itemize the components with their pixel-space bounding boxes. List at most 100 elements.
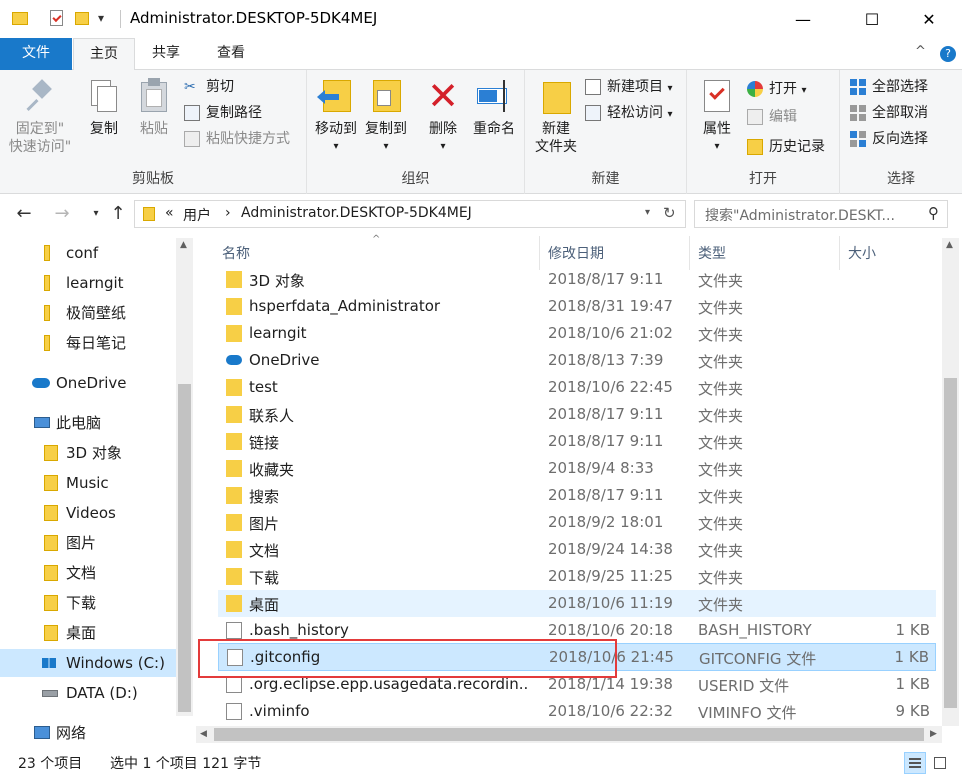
history-button[interactable]: 历史记录 xyxy=(747,136,825,158)
file-row[interactable]: 联系人 2018/8/17 9:11 文件夹 xyxy=(218,401,936,428)
scroll-right-icon[interactable]: ▶ xyxy=(930,729,937,739)
search-icon[interactable]: ⚲ xyxy=(928,204,939,222)
nav-item-pictures[interactable]: 图片 xyxy=(0,529,176,557)
nav-item-this-pc[interactable]: 此电脑 xyxy=(0,409,176,437)
breadcrumb-current[interactable]: Administrator.DESKTOP-5DK4MEJ xyxy=(241,205,472,221)
new-folder-button[interactable]: 新建 文件夹 xyxy=(529,76,583,156)
tab-share[interactable]: 共享 xyxy=(138,38,194,70)
file-row[interactable]: 链接 2018/8/17 9:11 文件夹 xyxy=(218,428,936,455)
file-row[interactable]: test 2018/10/6 22:45 文件夹 xyxy=(218,374,936,401)
nav-item-downloads[interactable]: 下载 xyxy=(0,589,176,617)
item-count: 23 个项目 xyxy=(18,756,83,772)
help-button[interactable]: ? xyxy=(940,46,956,62)
column-type[interactable]: 类型 xyxy=(690,236,840,270)
back-button[interactable]: ← xyxy=(12,203,36,227)
folder-icon xyxy=(226,298,242,315)
nav-item-videos[interactable]: Videos xyxy=(0,499,176,527)
delete-button[interactable]: ✕ 删除 ▾ xyxy=(421,76,465,156)
copy-path-button[interactable]: 复制路径 xyxy=(184,102,262,124)
pin-quick-access-button[interactable]: 固定到" 快速访问" xyxy=(6,76,74,156)
properties-quick-access-icon[interactable] xyxy=(48,10,66,26)
nav-pane-scrollbar[interactable]: ▲ xyxy=(176,238,193,716)
file-row[interactable]: hsperfdata_Administrator 2018/8/31 19:47… xyxy=(218,293,936,320)
close-button[interactable]: ✕ xyxy=(906,0,952,38)
minimize-button[interactable]: — xyxy=(780,0,826,38)
file-row[interactable]: .viminfo 2018/10/6 22:32 VIMINFO 文件 9 KB xyxy=(218,698,936,725)
maximize-button[interactable]: ☐ xyxy=(849,0,895,38)
copy-to-button[interactable]: 复制到 ▾ xyxy=(361,76,411,156)
file-size: 1 KB xyxy=(895,675,930,693)
nav-item-conf[interactable]: conf xyxy=(0,239,176,267)
pictures-icon xyxy=(44,535,58,551)
breadcrumb-overflow[interactable]: « xyxy=(165,205,174,221)
tab-file[interactable]: 文件 xyxy=(0,38,72,70)
search-box[interactable]: 搜索"Administrator.DESKT... ⚲ xyxy=(694,200,948,228)
file-list-scroll-thumb[interactable] xyxy=(944,378,957,708)
address-dropdown-icon[interactable]: ▾ xyxy=(645,207,650,218)
new-item-button[interactable]: 新建项目 ▾ xyxy=(585,76,672,98)
file-row[interactable]: 下载 2018/9/25 11:25 文件夹 xyxy=(218,563,936,590)
search-input[interactable]: 搜索"Administrator.DESKT... xyxy=(705,205,915,225)
cut-button[interactable]: ✂ 剪切 xyxy=(184,76,234,98)
breadcrumb-separator[interactable]: › xyxy=(225,205,231,221)
select-all-button[interactable]: 全部选择 xyxy=(850,76,928,98)
forward-button[interactable]: → xyxy=(50,203,74,227)
up-button[interactable]: ↑ xyxy=(106,203,130,227)
new-folder-quick-access-icon[interactable] xyxy=(75,10,93,26)
nav-item-learngit[interactable]: learngit xyxy=(0,269,176,297)
nav-item-documents[interactable]: 文档 xyxy=(0,559,176,587)
nav-item-onedrive[interactable]: OneDrive xyxy=(0,369,176,397)
tab-view[interactable]: 查看 xyxy=(203,38,259,70)
properties-button[interactable]: 属性 ▾ xyxy=(695,76,739,156)
file-row[interactable]: 收藏夹 2018/9/4 8:33 文件夹 xyxy=(218,455,936,482)
nav-pane-scroll-thumb[interactable] xyxy=(178,384,191,712)
file-row[interactable]: learngit 2018/10/6 21:02 文件夹 xyxy=(218,320,936,347)
nav-item-desktop[interactable]: 桌面 xyxy=(0,619,176,647)
tab-home[interactable]: 主页 xyxy=(73,38,135,71)
column-date[interactable]: 修改日期 xyxy=(540,236,690,270)
horizontal-scroll-thumb[interactable] xyxy=(214,728,924,741)
file-row[interactable]: OneDrive 2018/8/13 7:39 文件夹 xyxy=(218,347,936,374)
file-row[interactable]: 桌面 2018/10/6 11:19 文件夹 xyxy=(218,590,936,617)
paste-shortcut-button[interactable]: 粘贴快捷方式 xyxy=(184,128,290,150)
open-button[interactable]: 打开 ▾ xyxy=(747,78,806,100)
edit-button[interactable]: 编辑 xyxy=(747,106,797,128)
file-list-vertical-scrollbar[interactable]: ▲ xyxy=(942,238,959,726)
nav-item-data-d[interactable]: DATA (D:) xyxy=(0,679,176,707)
collapse-ribbon-button[interactable]: ^ xyxy=(915,44,926,59)
scroll-up-icon[interactable]: ▲ xyxy=(180,240,187,250)
easy-access-button[interactable]: 轻松访问 ▾ xyxy=(585,102,672,124)
move-to-button[interactable]: 移动到 ▾ xyxy=(311,76,361,156)
folder-icon xyxy=(44,275,50,291)
paste-button[interactable]: 粘贴 xyxy=(132,76,176,138)
nav-item-daily-notes[interactable]: 每日笔记 xyxy=(0,329,176,357)
nav-item-wallpaper[interactable]: 极简壁纸 xyxy=(0,299,176,327)
column-name[interactable]: 名称 xyxy=(214,236,540,270)
breadcrumb-users[interactable]: 用户 xyxy=(183,205,211,225)
address-bar[interactable]: « 用户 › Administrator.DESKTOP-5DK4MEJ ▾ ↻ xyxy=(134,200,686,228)
nav-item-windows-c[interactable]: Windows (C:) xyxy=(0,649,176,677)
file-list-horizontal-scrollbar[interactable]: ◀ ▶ xyxy=(196,726,942,743)
select-group-label: 选择 xyxy=(887,171,915,187)
file-row[interactable]: 文档 2018/9/24 14:38 文件夹 xyxy=(218,536,936,563)
scroll-left-icon[interactable]: ◀ xyxy=(200,729,207,739)
large-icons-view-button[interactable] xyxy=(930,752,952,774)
paste-shortcut-label: 粘贴快捷方式 xyxy=(206,131,290,147)
details-view-button[interactable] xyxy=(904,752,926,774)
nav-item-network[interactable]: 网络 xyxy=(0,719,176,747)
file-row[interactable]: 搜索 2018/8/17 9:11 文件夹 xyxy=(218,482,936,509)
nav-item-3d-objects[interactable]: 3D 对象 xyxy=(0,439,176,467)
nav-item-music[interactable]: Music xyxy=(0,469,176,497)
file-row[interactable]: 3D 对象 2018/8/17 9:11 文件夹 xyxy=(218,266,936,293)
file-row[interactable]: 图片 2018/9/2 18:01 文件夹 xyxy=(218,509,936,536)
invert-selection-button[interactable]: 反向选择 xyxy=(850,128,928,150)
copy-button[interactable]: 复制 xyxy=(82,76,126,138)
quick-access-dropdown-icon[interactable]: ▾ xyxy=(98,11,116,27)
file-type: GITCONFIG 文件 xyxy=(699,650,817,668)
scroll-up-icon[interactable]: ▲ xyxy=(946,240,953,250)
select-none-button[interactable]: 全部取消 xyxy=(850,102,928,124)
rename-button[interactable]: 重命名 xyxy=(467,76,521,138)
refresh-icon[interactable]: ↻ xyxy=(663,204,676,222)
recent-locations-dropdown-icon[interactable]: ▾ xyxy=(84,203,108,227)
column-size[interactable]: 大小 xyxy=(840,236,938,270)
